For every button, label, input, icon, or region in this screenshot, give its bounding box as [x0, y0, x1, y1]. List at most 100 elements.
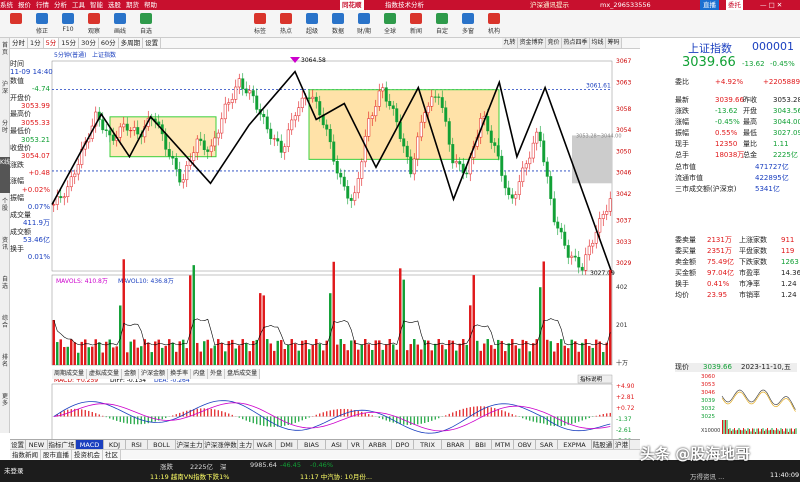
candle-body: [104, 129, 108, 131]
panel-tab-3[interactable]: 热点四季: [562, 38, 590, 48]
mini-volume-bar: [738, 428, 740, 434]
user-name[interactable]: mx_296533556: [600, 0, 651, 10]
candle-body: [384, 87, 388, 102]
candle-body: [255, 95, 259, 110]
account-button[interactable]: 委托: [726, 0, 743, 10]
toolbar-button-5[interactable]: 自选: [134, 12, 158, 36]
candle-body: [300, 97, 304, 108]
mini-volume-bar: [771, 428, 773, 434]
mini-intraday-chart[interactable]: 3060 3053 3046 3039 3032 3025 X10000: [700, 372, 800, 434]
toolbar-button-3[interactable]: 观察: [82, 12, 106, 36]
left-tab-8[interactable]: 排名: [0, 352, 10, 388]
volume-bar: [168, 339, 171, 365]
period-tab-5[interactable]: 60分: [99, 38, 119, 48]
left-tab-6[interactable]: 自选: [0, 274, 10, 310]
panel-tab-1[interactable]: 资金博弈: [518, 38, 546, 48]
menu-5[interactable]: 智能: [90, 1, 103, 9]
toolbar-button-8[interactable]: 超级: [300, 12, 324, 36]
left-tab-1[interactable]: 沪深: [0, 79, 10, 115]
candle-body: [248, 90, 252, 94]
period-tab-6[interactable]: 多周期: [119, 38, 144, 48]
menu-4[interactable]: 工具: [72, 1, 85, 9]
left-tab-2[interactable]: 分时: [0, 118, 10, 154]
left-tab-3[interactable]: K线: [0, 157, 10, 193]
volume-bar: [269, 343, 272, 365]
toolbar-button-2[interactable]: F10: [56, 12, 80, 36]
volume-subtab-1[interactable]: 虚拟成交量: [87, 369, 123, 379]
toolbar-button-12[interactable]: 新闻: [404, 12, 428, 36]
menu-1[interactable]: 报价: [18, 1, 31, 9]
candle-body: [346, 186, 350, 199]
volume-subtab-0[interactable]: 周期成交量: [52, 369, 88, 379]
candle-body: [192, 152, 196, 161]
volume-subtab-7[interactable]: 盘后成交量: [225, 369, 261, 379]
toolbar-button-10[interactable]: 财/期: [352, 12, 376, 36]
toolbar-button-6[interactable]: 标签: [248, 12, 272, 36]
panel-tab-0[interactable]: 九转: [502, 38, 518, 48]
candle-body: [332, 141, 336, 162]
login-status[interactable]: 未登录: [4, 465, 24, 475]
toolbar-button-4[interactable]: 画线: [108, 12, 132, 36]
menu-2[interactable]: 行情: [36, 1, 49, 9]
period-tab-0[interactable]: 分时: [10, 38, 28, 48]
period-tab-1[interactable]: 1分: [28, 38, 44, 48]
menu-3[interactable]: 分析: [54, 1, 67, 9]
candle-body: [195, 138, 199, 153]
menu-7[interactable]: 期货: [126, 1, 139, 9]
period-tab-3[interactable]: 15分: [59, 38, 80, 48]
left-tab-5[interactable]: 资讯: [0, 235, 10, 271]
volume-subtab-6[interactable]: 外盘: [208, 369, 226, 379]
news-tab-3[interactable]: 社区: [103, 450, 121, 460]
news-ticker-2[interactable]: 11:17 中汽协: 10月份...: [300, 471, 372, 481]
toolbar-button-14[interactable]: 多窗: [456, 12, 480, 36]
volume-subtab-4[interactable]: 换手率: [168, 369, 192, 379]
toolbar-button-0[interactable]: [4, 12, 28, 36]
toolbar-button-13[interactable]: 自定: [430, 12, 454, 36]
news-ticker-1[interactable]: 11:19 越南VN指数下跌1%: [150, 471, 229, 481]
toolbar-button-7[interactable]: 热点: [274, 12, 298, 36]
volume-subtab-5[interactable]: 内盘: [191, 369, 209, 379]
toolbar-icon: [332, 13, 344, 24]
toolbar-button-9[interactable]: 数据: [326, 12, 350, 36]
period-tab-7[interactable]: 设置: [143, 38, 162, 48]
menu-8[interactable]: 帮助: [144, 1, 157, 9]
news-tab-0[interactable]: 指数新闻: [10, 450, 41, 460]
news-tab-1[interactable]: 股市直播: [41, 450, 72, 460]
left-tab-7[interactable]: 综合: [0, 313, 10, 349]
toolbar-icon: [10, 13, 22, 24]
kline-chart[interactable]: 5分钟(普通) 上证指数30673063305830543050304630423…: [10, 49, 640, 459]
period-tab-2[interactable]: 5分: [43, 38, 60, 48]
breadth-value: 1.24: [781, 291, 797, 299]
window-controls[interactable]: — □ ✕: [760, 0, 782, 10]
volume-bar: [539, 287, 542, 365]
toolbar-button-15[interactable]: 机构: [482, 12, 506, 36]
y-tick-label: 3063: [616, 79, 631, 86]
notice-text[interactable]: 沪深通讯提示: [530, 0, 569, 10]
left-tab-9[interactable]: 更多: [0, 391, 10, 427]
menu-6[interactable]: 选股: [108, 1, 121, 9]
candle-body: [517, 181, 521, 195]
volume-bar: [476, 340, 479, 365]
toolbar-button-11[interactable]: 全球: [378, 12, 402, 36]
panel-tab-5[interactable]: 筹码: [606, 38, 622, 48]
mini-volume-bar: [752, 428, 753, 434]
mini-frame: [700, 372, 800, 434]
volume-bar: [514, 345, 517, 365]
menu-0[interactable]: 系统: [0, 1, 13, 9]
quote-label: 最低: [743, 129, 757, 137]
volume-bar: [388, 339, 391, 365]
volume-bar: [570, 339, 573, 365]
mini-volume-bar: [744, 429, 746, 434]
left-tab-0[interactable]: 首页: [0, 40, 10, 76]
period-tab-4[interactable]: 30分: [79, 38, 99, 48]
volume-subtab-3[interactable]: 沪深金额: [139, 369, 169, 379]
panel-tab-4[interactable]: 均线: [590, 38, 606, 48]
left-tab-4[interactable]: 个股: [0, 196, 10, 232]
volume-bar: [381, 349, 384, 365]
toolbar-button-1[interactable]: 修正: [30, 12, 54, 36]
panel-tab-2[interactable]: 竞价: [546, 38, 562, 48]
live-button[interactable]: 直播: [700, 0, 719, 10]
breadth-value: 14.36: [781, 269, 800, 277]
news-tab-2[interactable]: 投资机会: [72, 450, 103, 460]
volume-subtab-2[interactable]: 金额: [122, 369, 140, 379]
